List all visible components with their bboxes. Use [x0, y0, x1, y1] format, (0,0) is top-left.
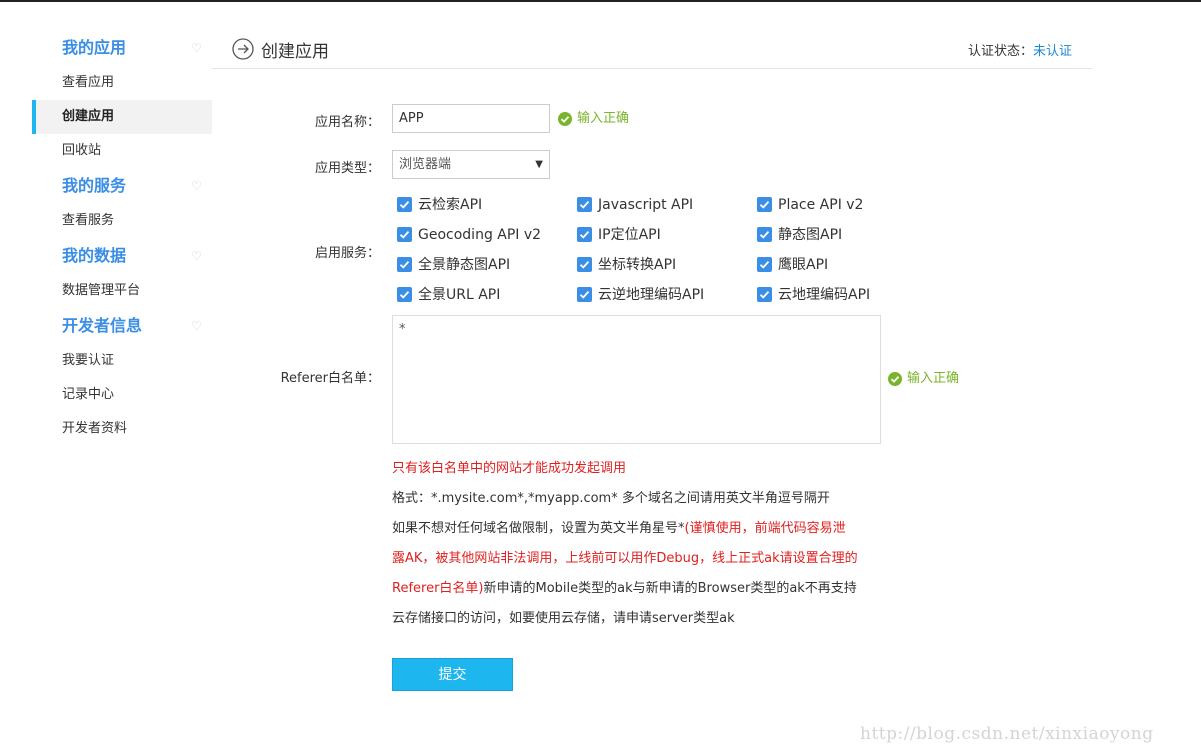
- service-label: Geocoding API v2: [418, 227, 542, 243]
- service-checkbox[interactable]: 坐标转换API: [577, 255, 676, 275]
- service-label: 静态图API: [778, 227, 843, 243]
- chevron-down-icon[interactable]: ♡: [191, 308, 202, 344]
- sidebar-item-recycle-bin[interactable]: 回收站: [32, 134, 212, 168]
- checkbox-checked-icon[interactable]: [397, 226, 412, 242]
- auth-status: 认证状态：未认证: [968, 40, 1072, 59]
- sidebar-group-my-services[interactable]: 我的服务 ♡: [32, 168, 212, 204]
- service-label: 全景URL API: [418, 287, 501, 303]
- checkbox-checked-icon[interactable]: [397, 196, 412, 212]
- referer-textarea[interactable]: *: [392, 315, 881, 444]
- sidebar-group-my-data[interactable]: 我的数据 ♡: [32, 238, 212, 274]
- sidebar-item-profile[interactable]: 开发者资料: [32, 412, 212, 446]
- service-label: 云检索API: [418, 197, 483, 213]
- watermark: http://blog.csdn.net/xinxiaoyong: [860, 724, 1154, 744]
- note-warning-continued: 露AK，被其他网站非法调用，上线前可以用作Debug，线上正式ak请设置合理的: [392, 551, 858, 566]
- service-checkbox[interactable]: Place API v2: [757, 195, 863, 215]
- note-text: 新申请的Mobile类型的ak与新申请的Browser类型的ak不再支持: [483, 581, 857, 596]
- service-checkbox[interactable]: IP定位API: [577, 225, 661, 245]
- service-checkbox[interactable]: 云逆地理编码API: [577, 285, 704, 305]
- checkbox-checked-icon[interactable]: [397, 256, 412, 272]
- service-checkbox[interactable]: 云地理编码API: [757, 285, 870, 305]
- service-checkbox[interactable]: Geocoding API v2: [397, 225, 541, 245]
- check-circle-icon: [888, 371, 902, 386]
- chevron-down-icon[interactable]: ♡: [191, 30, 202, 66]
- services-label: 启用服务：: [314, 246, 380, 261]
- app-type-value: 浏览器端: [399, 157, 452, 172]
- check-circle-icon: [558, 111, 572, 126]
- note-warning-text: Referer白名单): [392, 581, 484, 596]
- note-format: 格式：*.mysite.com*,*myapp.com* 多个域名之间请用英文半…: [392, 491, 830, 506]
- service-label: 坐标转换API: [598, 257, 677, 273]
- note-ak-types: Referer白名单)新申请的Mobile类型的ak与新申请的Browser类型…: [392, 574, 912, 604]
- auth-status-link[interactable]: 未认证: [1033, 44, 1072, 59]
- service-label: Place API v2: [778, 197, 864, 213]
- page-title: 创建应用: [261, 42, 329, 62]
- app-type-select[interactable]: 浏览器端 ▼: [392, 150, 550, 179]
- service-label: 鹰眼API: [778, 257, 829, 273]
- app-type-label: 应用类型：: [314, 161, 380, 176]
- service-checkbox[interactable]: 鹰眼API: [757, 255, 828, 275]
- submit-button[interactable]: 提交: [392, 658, 513, 691]
- auth-status-label: 认证状态：: [967, 44, 1033, 59]
- checkbox-checked-icon[interactable]: [397, 286, 412, 302]
- service-label: IP定位API: [598, 227, 661, 243]
- circle-arrow-right-icon[interactable]: [232, 38, 254, 60]
- validation-text: 输入正确: [907, 371, 960, 386]
- service-label: 云逆地理编码API: [598, 287, 705, 303]
- referer-validation: 输入正确: [888, 370, 959, 388]
- checkbox-checked-icon[interactable]: [577, 286, 592, 302]
- referer-label: Referer白名单：: [280, 371, 380, 386]
- sidebar-group-title: 我的应用: [62, 38, 127, 57]
- sidebar-group-developer-info[interactable]: 开发者信息 ♡: [32, 308, 212, 344]
- service-checkbox[interactable]: Javascript API: [577, 195, 693, 215]
- checkbox-checked-icon[interactable]: [577, 256, 592, 272]
- service-checkbox[interactable]: 云检索API: [397, 195, 482, 215]
- checkbox-checked-icon[interactable]: [757, 226, 772, 242]
- note-cloud-storage: 云存储接口的访问，如要使用云存储，请申请server类型ak: [392, 611, 735, 626]
- sidebar: 我的应用 ♡ 查看应用 创建应用 回收站 我的服务 ♡ 查看服务 我的数据 ♡ …: [32, 30, 212, 446]
- sidebar-group-my-apps[interactable]: 我的应用 ♡: [32, 30, 212, 66]
- sidebar-item-create-app[interactable]: 创建应用: [32, 100, 212, 134]
- sidebar-group-title: 开发者信息: [62, 316, 143, 335]
- chevron-down-icon[interactable]: ♡: [191, 238, 202, 274]
- caret-down-icon: ▼: [535, 159, 543, 170]
- sidebar-item-view-services[interactable]: 查看服务: [32, 204, 212, 238]
- note-warning-text: (谨慎使用，前端代码容易泄: [684, 521, 846, 536]
- note-whitelist-warning: 只有该白名单中的网站才能成功发起调用: [392, 461, 627, 476]
- note-wildcard: 如果不想对任何域名做限制，设置为英文半角星号*(谨慎使用，前端代码容易泄: [392, 514, 912, 544]
- checkbox-checked-icon[interactable]: [577, 226, 592, 242]
- chevron-down-icon[interactable]: ♡: [191, 168, 202, 204]
- app-name-validation: 输入正确: [558, 110, 629, 128]
- note-text: 如果不想对任何域名做限制，设置为英文半角星号*: [392, 521, 685, 536]
- service-label: 云地理编码API: [778, 287, 871, 303]
- service-checkbox[interactable]: 全景URL API: [397, 285, 500, 305]
- sidebar-item-data-platform[interactable]: 数据管理平台: [32, 274, 212, 308]
- app-name-label: 应用名称：: [314, 115, 380, 130]
- service-label: 全景静态图API: [418, 257, 511, 273]
- sidebar-group-title: 我的服务: [62, 176, 127, 195]
- sidebar-group-title: 我的数据: [62, 246, 127, 265]
- sidebar-item-view-apps[interactable]: 查看应用: [32, 66, 212, 100]
- app-name-input[interactable]: APP: [392, 104, 550, 133]
- service-checkbox[interactable]: 全景静态图API: [397, 255, 510, 275]
- checkbox-checked-icon[interactable]: [757, 196, 772, 212]
- service-label: Javascript API: [598, 197, 694, 213]
- sidebar-item-records[interactable]: 记录中心: [32, 378, 212, 412]
- service-checkbox[interactable]: 静态图API: [757, 225, 842, 245]
- page-header: 创建应用 认证状态：未认证: [212, 30, 1092, 69]
- checkbox-checked-icon[interactable]: [757, 286, 772, 302]
- sidebar-item-verify[interactable]: 我要认证: [32, 344, 212, 378]
- checkbox-checked-icon[interactable]: [577, 196, 592, 212]
- checkbox-checked-icon[interactable]: [757, 256, 772, 272]
- validation-text: 输入正确: [577, 111, 630, 126]
